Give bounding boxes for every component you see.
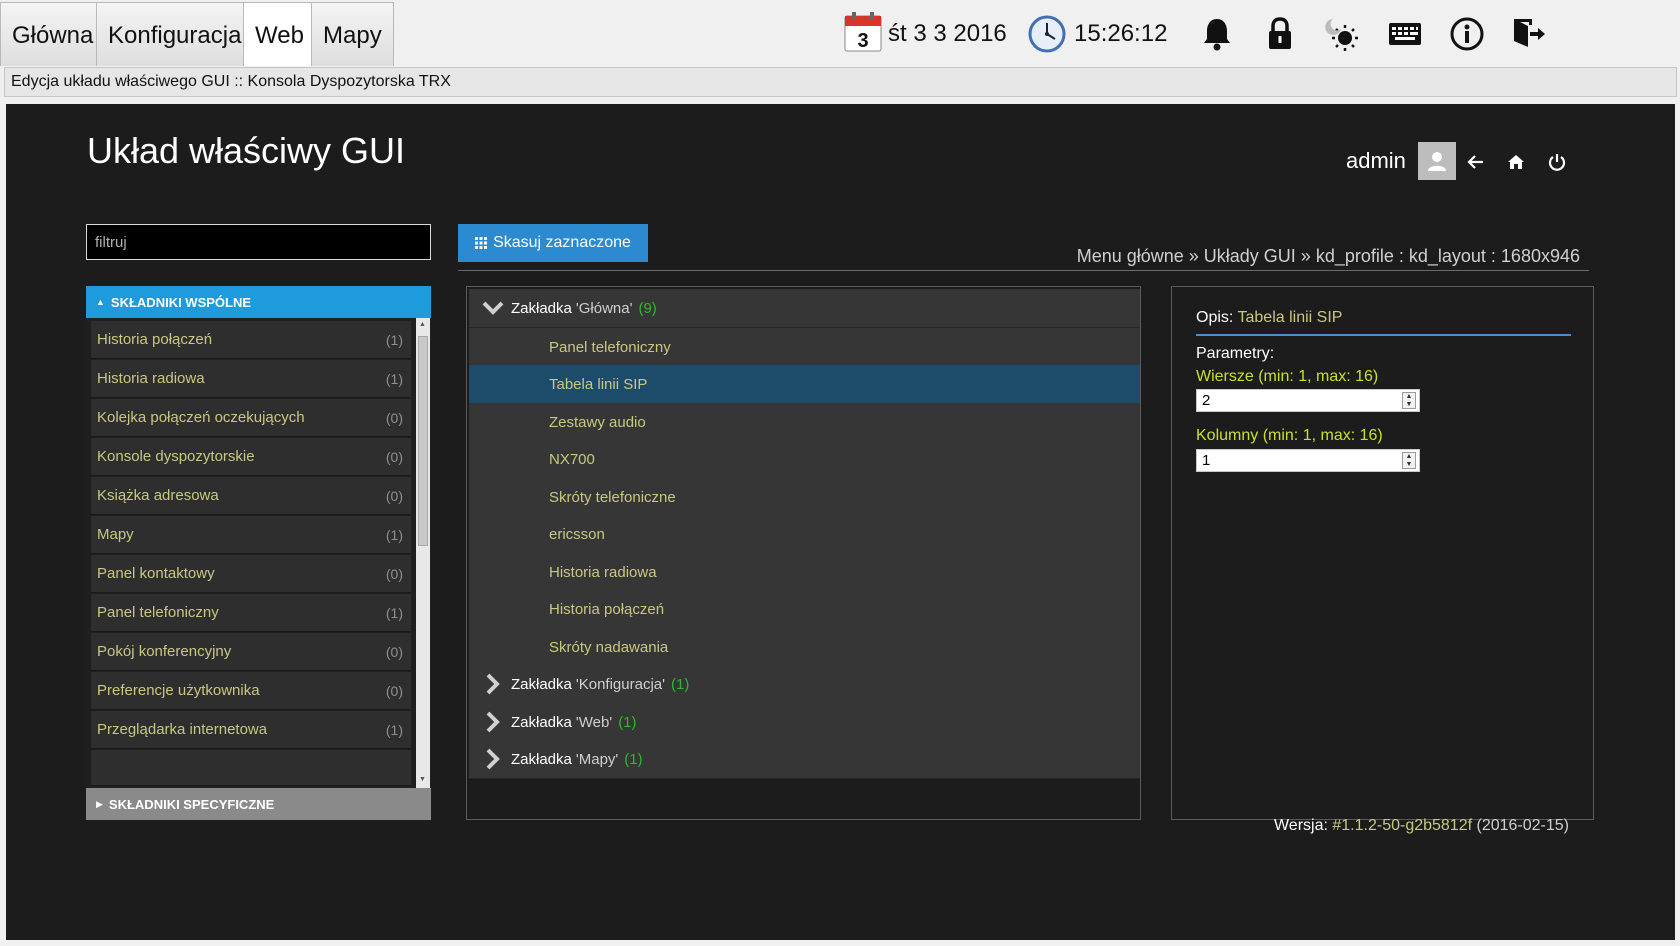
details-divider [1196, 334, 1571, 336]
info-icon[interactable] [1447, 12, 1487, 56]
calendar-day: 3 [857, 30, 868, 52]
tree-item[interactable]: Skróty telefoniczne [469, 478, 1140, 517]
bell-icon[interactable] [1197, 12, 1237, 56]
section-specific-components[interactable]: ▶ SKŁADNIKI SPECYFICZNE [86, 788, 431, 820]
version-link[interactable]: #1.1.2-50-g2b5812f [1332, 817, 1472, 834]
tree-item[interactable]: Historia radiowa [469, 553, 1140, 592]
logout-icon[interactable] [1509, 12, 1549, 56]
user-icon [1427, 152, 1446, 171]
list-item[interactable]: Konsole dyspozytorskie (0) [91, 438, 411, 476]
list-item[interactable]: Historia połączeń (1) [91, 321, 411, 359]
tree-item-selected[interactable]: Tabela linii SIP [469, 365, 1140, 404]
parameters-title: Parametry: [1196, 345, 1275, 362]
tree-item[interactable]: NX700 [469, 440, 1140, 479]
details-panel: Opis: Tabela linii SIP Parametry: Wiersz… [1171, 286, 1594, 820]
description: Opis: Tabela linii SIP [1196, 309, 1343, 326]
tree-tab-konfiguracja[interactable]: Zakładka 'Konfiguracja' (1) [469, 665, 1140, 704]
top-bar: Główna Konfiguracja Web Mapy 3 śt 3 3 20… [0, 0, 1680, 66]
tab-mapy[interactable]: Mapy [311, 2, 394, 66]
user-area: admin [1346, 142, 1456, 180]
list-item[interactable]: Panel telefoniczny (1) [91, 594, 411, 632]
list-item[interactable]: Pokój konferencyjny (0) [91, 633, 411, 671]
delete-selected-label: Skasuj zaznaczone [493, 234, 631, 251]
window-title: Edycja układu właściwego GUI :: Konsola … [4, 67, 1677, 97]
tree-item[interactable]: Skróty nadawania [469, 628, 1140, 667]
date-display: śt 3 3 2016 [888, 20, 1007, 47]
breadcrumb: Menu główne » Układy GUI » kd_profile : … [1076, 246, 1580, 266]
keyboard-icon[interactable] [1385, 12, 1425, 56]
section-common-components[interactable]: ▲ SKŁADNIKI WSPÓLNE [86, 286, 431, 318]
delete-selected-button[interactable]: Skasuj zaznaczone [458, 224, 648, 262]
version-info: Wersja: #1.1.2-50-g2b5812f (2016-02-15) [1273, 817, 1569, 834]
list-scrollbar[interactable]: ▲ ▼ [416, 318, 430, 788]
tree-tab-glowna[interactable]: Zakładka 'Główna' (9) [469, 289, 1140, 328]
page-title: Układ właściwy GUI [87, 130, 406, 171]
components-list: Historia połączeń (1) Historia radiowa (1)… [86, 318, 431, 788]
columns-stepper[interactable]: 1 ▲ ▼ [1196, 449, 1420, 472]
user-name: admin [1346, 148, 1406, 173]
tree-item[interactable]: Zestawy audio [469, 403, 1140, 442]
main-content: Układ właściwy GUI admin Skasuj zaznaczo… [6, 104, 1675, 940]
tab-web[interactable]: Web [243, 2, 316, 66]
chevron-down-icon[interactable] [479, 301, 507, 315]
scroll-up-icon[interactable]: ▲ [419, 321, 426, 328]
triangle-right-icon: ▶ [96, 798, 103, 809]
day-night-icon[interactable] [1322, 12, 1362, 56]
filter-input[interactable] [86, 224, 431, 260]
tab-glowna[interactable]: Główna [0, 2, 106, 66]
chevron-right-icon[interactable] [479, 711, 507, 733]
list-item[interactable]: Preferencje użytkownika (0) [91, 672, 411, 710]
list-item[interactable]: Historia radiowa (1) [91, 360, 411, 398]
scroll-down-icon[interactable]: ▼ [419, 776, 426, 783]
stepper-arrows-icon[interactable]: ▲ ▼ [1402, 392, 1416, 409]
columns-label: Kolumny (min: 1, max: 16) [1196, 427, 1383, 444]
tree-tab-web[interactable]: Zakładka 'Web' (1) [469, 703, 1140, 742]
components-panel: ▲ SKŁADNIKI WSPÓLNE Historia połączeń (1)… [86, 286, 431, 820]
list-item[interactable]: Książka adresowa (0) [91, 477, 411, 515]
tree-item[interactable]: Panel telefoniczny [469, 328, 1140, 367]
grid-icon [475, 237, 488, 249]
list-item[interactable]: Panel kontaktowy (0) [91, 555, 411, 593]
list-item[interactable]: Kolejka połączeń oczekujących (0) [91, 399, 411, 437]
layout-tree: Zakładka 'Główna' (9) Panel telefoniczny T… [466, 286, 1141, 820]
rows-stepper[interactable]: 2 ▲ ▼ [1196, 389, 1420, 412]
description-value: Tabela linii SIP [1237, 309, 1343, 326]
chevron-right-icon[interactable] [479, 748, 507, 770]
tree-item[interactable]: ericsson [469, 515, 1140, 554]
list-item [91, 750, 411, 786]
chevron-right-icon[interactable] [479, 673, 507, 695]
power-icon[interactable] [1545, 150, 1569, 174]
lock-icon[interactable] [1260, 12, 1300, 56]
stepper-arrows-icon[interactable]: ▲ ▼ [1402, 452, 1416, 469]
back-icon[interactable] [1464, 150, 1488, 174]
tab-konfiguracja[interactable]: Konfiguracja [96, 2, 254, 66]
avatar[interactable] [1417, 142, 1456, 180]
divider [458, 270, 1589, 271]
triangle-up-icon: ▲ [96, 297, 105, 307]
time-display: 15:26:12 [1074, 20, 1168, 47]
clock-icon [1027, 12, 1067, 56]
scrollbar-thumb[interactable] [418, 336, 428, 546]
list-item[interactable]: Przeglądarka internetowa (1) [91, 711, 411, 749]
tree-item[interactable]: Historia połączeń [469, 590, 1140, 629]
rows-label: Wiersze (min: 1, max: 16) [1196, 368, 1379, 385]
calendar-icon: 3 [843, 10, 883, 54]
list-item[interactable]: Mapy (1) [91, 516, 411, 554]
tree-tab-mapy[interactable]: Zakładka 'Mapy' (1) [469, 740, 1140, 779]
home-icon[interactable] [1504, 150, 1528, 174]
